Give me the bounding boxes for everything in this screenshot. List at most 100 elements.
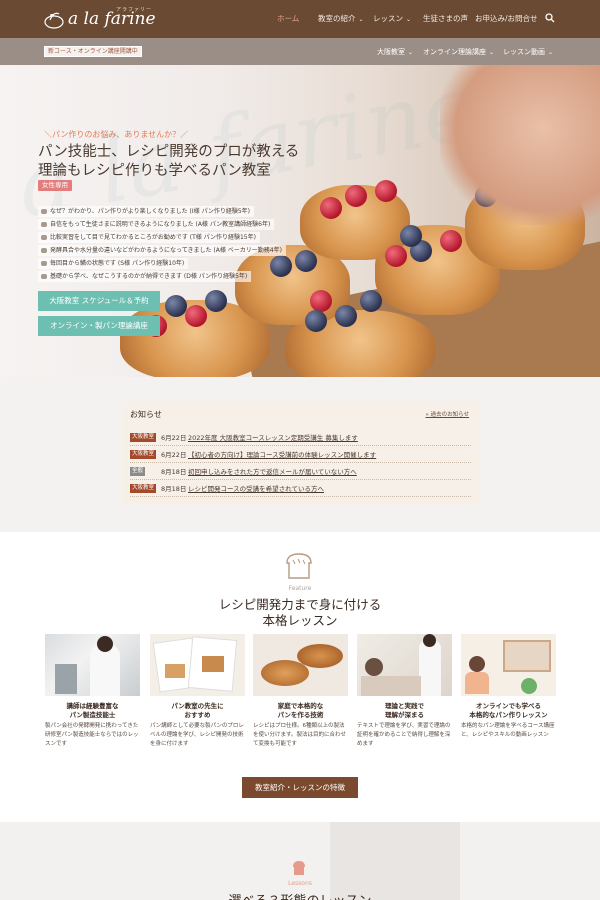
wheat-logo-icon	[44, 12, 64, 29]
women-only-badge: 女性専用	[38, 180, 72, 191]
news-heading: お知らせ	[130, 410, 162, 419]
feature-caption: オンラインでも学べる 本格的なパン作りレッスン	[461, 702, 556, 720]
feature-caption: 家庭で本格的な パンを作る技術	[253, 702, 348, 720]
news-link[interactable]: 【初心者の方向け】理論コース受講前の体験レッスン開催します	[188, 449, 376, 459]
speech-bubble-icon	[41, 235, 47, 240]
speech-bubble-icon	[41, 209, 47, 214]
news-link[interactable]: 初回申し込みをされた方で返信メールが届いていない方へ	[188, 466, 357, 476]
hero-section: a la farine ＼パン作りのお悩み、ありませんか？／ パン技能士、レシピ…	[0, 65, 600, 377]
testimonial-item: 発酵具合や水分量の違いなどがわかるようになってきました (A様 ベーカリー勤務4…	[38, 245, 286, 256]
chevron-down-icon: ⌄	[408, 49, 414, 56]
speech-bubble-icon	[41, 248, 47, 253]
feature-photo-croissants	[253, 634, 348, 696]
feature-description: パン講師として必要な製パンのプロレベルの理論を学び、レシピ開発の技術を身に付けま…	[150, 723, 244, 747]
feature-title: レシピ開発力まで身に付ける 本格レッスン	[0, 597, 600, 629]
speech-bubble-icon	[41, 274, 47, 279]
online-theory-course-button[interactable]: オンライン・製パン理論講座	[38, 316, 160, 336]
testimonial-text: 毎回目から鱗の状態です (S様 パン作り経験10年)	[50, 260, 185, 267]
testimonial-text: 自信をもって生徒さまに説明できるようになりました (A様 パン教室講師経験6年)	[50, 221, 271, 228]
subnav-item[interactable]: オンライン理論講座 ⌄	[423, 47, 494, 57]
hero-tagline: ＼パン作りのお悩み、ありませんか？／	[44, 130, 189, 139]
feature-caption-line2: 理解が深まる	[385, 711, 424, 719]
new-course-notice-badge[interactable]: 新コース・オンライン講座開講中	[44, 46, 142, 57]
feature-label: Feature	[288, 585, 312, 592]
nav-item-label: お申込み/お問合せ	[475, 14, 538, 23]
lessons-background-photo	[330, 822, 460, 900]
hero-title-line1: パン技能士、レシピ開発のプロが教える	[38, 144, 300, 160]
feature-photo-online-lesson	[461, 634, 556, 696]
subnav-item[interactable]: 大阪教室 ⌄	[377, 47, 413, 57]
feature-caption-line2: パンを作る技術	[277, 711, 324, 719]
nav-item-label: 生徒さまの声	[423, 14, 468, 23]
chevron-down-icon: ⌄	[406, 16, 412, 23]
bread-slice-icon	[293, 861, 305, 875]
chevron-down-icon: ⌄	[548, 49, 554, 56]
feature-caption-line2: 本格的なパン作りレッスン	[469, 711, 548, 719]
subnav-item[interactable]: レッスン動画 ⌄	[503, 47, 553, 57]
search-icon[interactable]	[545, 13, 555, 23]
feature-photo-instructor	[45, 634, 140, 696]
testimonial-text: 比較実習をして目で見てわかるところがお勧めです (T様 パン作り経験15年)	[50, 234, 256, 241]
feature-caption-line1: 理論と実践で	[385, 702, 424, 710]
news-category-tag: 大阪教室	[130, 450, 157, 459]
news-date: 8月18日	[161, 485, 187, 493]
news-date: 6月22日	[161, 434, 187, 442]
logo-subtitle: アラファリーヌ	[116, 7, 153, 20]
site-header: a la farine アラファリーヌ ホーム 教室の紹介 ⌄ レッスン ⌄ 生徒さまの声…	[0, 0, 600, 38]
speech-bubble-icon	[41, 261, 47, 266]
site-logo[interactable]: a la farine アラファリーヌ	[42, 6, 156, 34]
news-link[interactable]: レシピ開発コースの受講を希望されている方へ	[188, 483, 324, 493]
feature-caption-line1: 家庭で本格的な	[277, 702, 324, 710]
feature-caption: 理論と実践で 理解が深まる	[357, 702, 452, 720]
news-link[interactable]: 2022年度 大阪教室コースレッスン定期受講生 募集します	[188, 432, 358, 442]
nav-item[interactable]: 教室の紹介 ⌄	[318, 13, 364, 24]
lessons-label: Lessons	[288, 880, 312, 887]
subnav-item-label: レッスン動画	[503, 48, 545, 56]
nav-item-label: 教室の紹介	[318, 14, 356, 23]
news-date: 8月18日	[161, 468, 187, 476]
feature-caption-line2: パン製造技能士	[69, 711, 116, 719]
nav-item[interactable]: ホーム	[277, 13, 299, 24]
sub-navigation-bar: 新コース・オンライン講座開講中 大阪教室 ⌄ オンライン理論講座 ⌄ レッスン動画 ⌄	[0, 38, 600, 65]
lessons-section: Lessons 選べる３形態のレッスン	[0, 822, 600, 900]
testimonial-item: 自信をもって生徒さまに説明できるようになりました (A様 パン教室講師経験6年)	[38, 219, 275, 230]
feature-caption-line1: パン教室の先生に	[171, 702, 224, 710]
testimonial-text: なぜ？がわかり、パン作りがより楽しくなりました (I様 パン作り経験5年)	[50, 208, 251, 215]
feature-caption-line2: おすすめ	[184, 711, 211, 719]
news-date: 6月22日	[161, 451, 187, 459]
subnav-item-label: オンライン理論講座	[423, 48, 486, 56]
osaka-schedule-button[interactable]: 大阪教室 スケジュール＆予約	[38, 291, 160, 311]
feature-photo-class-practice	[357, 634, 452, 696]
feature-description: 製パン会社の発酵開発に携わってきた研修室パン製造技能士ならではのレッスンです	[45, 723, 139, 747]
features-detail-button[interactable]: 教室紹介・レッスンの特徴	[242, 777, 358, 798]
testimonial-item: 基礎から学べ、なぜこうするのかが納得できます (D様 パン作り経験5年)	[38, 271, 252, 282]
testimonial-item: 毎回目から鱗の状態です (S様 パン作り経験10年)	[38, 258, 189, 269]
news-card: お知らせ » 過去のお知らせ 大阪教室 6月22日 2022年度 大阪教室コースレッ…	[122, 401, 479, 506]
nav-item-label: ホーム	[277, 14, 300, 23]
news-row: 全般 8月18日 初回申し込みをされた方で返信メールが届いていない方へ	[130, 463, 471, 480]
feature-title-line2: 本格レッスン	[262, 613, 338, 628]
feature-description: テキストで理論を学び、実習で理論の証明を確かめることで納得し理解を深めます	[357, 723, 451, 747]
news-section: お知らせ » 過去のお知らせ 大阪教室 6月22日 2022年度 大阪教室コースレッ…	[0, 377, 600, 532]
lessons-title: 選べる３形態のレッスン	[0, 890, 600, 900]
feature-description: 本格的なパン理論を学べるコース講座と、レシピやスキルの動画レッスン	[461, 723, 555, 738]
news-category-tag: 大阪教室	[130, 433, 157, 442]
nav-item[interactable]: 生徒さまの声	[423, 13, 468, 24]
nav-item-label: レッスン	[373, 14, 403, 23]
news-category-tag: 大阪教室	[130, 484, 157, 493]
chevron-down-icon: ⌄	[489, 49, 495, 56]
past-news-link[interactable]: » 過去のお知らせ	[425, 410, 469, 418]
feature-caption-line1: 講師は経験豊富な	[66, 702, 119, 710]
testimonial-item: 比較実習をして目で見てわかるところがお勧めです (T様 パン作り経験15年)	[38, 232, 260, 243]
feature-caption-line1: オンラインでも学べる	[476, 702, 541, 710]
news-row: 大阪教室 6月22日 2022年度 大阪教室コースレッスン定期受講生 募集します	[130, 429, 471, 446]
testimonial-text: 発酵具合や水分量の違いなどがわかるようになってきました (A様 ベーカリー勤務4…	[50, 247, 282, 254]
feature-caption: パン教室の先生に おすすめ	[150, 702, 245, 720]
nav-item[interactable]: レッスン ⌄	[373, 13, 411, 24]
news-row: 大阪教室 8月18日 レシピ開発コースの受講を希望されている方へ	[130, 480, 471, 497]
hero-title-line2: 理論もレシピ作りも学べるパン教室	[38, 163, 271, 179]
nav-item[interactable]: お申込み/お問合せ	[475, 13, 538, 24]
bread-loaf-icon	[286, 553, 312, 579]
news-row: 大阪教室 6月22日 【初心者の方向け】理論コース受講前の体験レッスン開催します	[130, 446, 471, 463]
news-category-tag: 全般	[130, 467, 146, 476]
